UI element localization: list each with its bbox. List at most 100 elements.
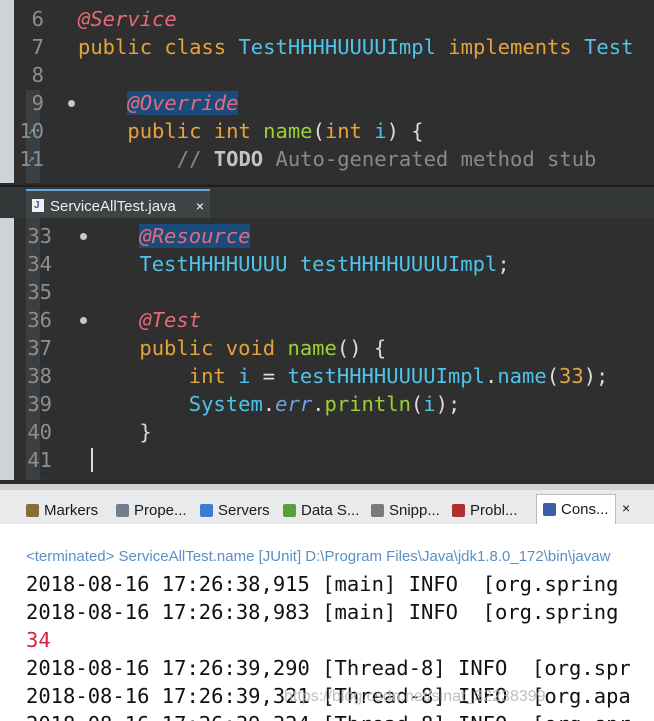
fold-toggle-icon[interactable] bbox=[80, 317, 87, 324]
code-token: name bbox=[497, 364, 547, 388]
code-text: public int name(int i) { bbox=[78, 117, 423, 145]
code-token: ( bbox=[312, 119, 325, 143]
code-line[interactable]: 8 bbox=[0, 61, 654, 89]
code-token: testHHHHUUUUImpl bbox=[299, 252, 498, 276]
line-number: 34 bbox=[27, 252, 52, 276]
code-line[interactable]: 7 public class TestHHHHUUUUImpl implement… bbox=[0, 33, 654, 61]
code-token: public bbox=[78, 35, 165, 59]
line-number: 6 bbox=[31, 7, 44, 31]
code-token: . bbox=[312, 392, 325, 416]
view-tab-prope[interactable]: Prope... bbox=[116, 496, 187, 526]
view-tab-icon bbox=[26, 504, 39, 517]
tab-label: ServiceAllTest.java bbox=[50, 198, 176, 215]
code-line[interactable]: 34 TestHHHHUUUU testHHHHUUUUImpl; bbox=[0, 250, 654, 278]
code-line[interactable]: 33 @Resource bbox=[0, 222, 654, 250]
editor-impl[interactable]: 6 @Service 7 public class TestHHHHUUUUImpl … bbox=[0, 0, 654, 183]
code-token: TestHHHHUUUUImpl bbox=[238, 35, 449, 59]
view-tab-icon bbox=[452, 504, 465, 517]
code-token: int bbox=[90, 364, 239, 388]
editor-test[interactable]: 33 @Resource 34 TestHHHHUUUU testHHHHUUUU… bbox=[0, 218, 654, 480]
view-tab-probl[interactable]: Probl... bbox=[452, 496, 518, 526]
code-token: name bbox=[287, 336, 337, 360]
code-line[interactable]: 42 @Test bbox=[0, 474, 654, 480]
code-token: public bbox=[78, 119, 214, 143]
code-text: public class TestHHHHUUUUImpl implements… bbox=[78, 33, 633, 61]
view-tab-snipp[interactable]: Snipp... bbox=[371, 496, 440, 526]
console-view[interactable]: <terminated> ServiceAllTest.name [JUnit]… bbox=[0, 524, 654, 721]
text-caret bbox=[91, 448, 93, 472]
tab-serviceall-test[interactable]: ServiceAllTest.java × bbox=[26, 189, 210, 221]
line-number: 33 bbox=[27, 224, 52, 248]
code-line[interactable]: 11 ↗ // TODO Auto-generated method stub bbox=[0, 145, 654, 173]
view-tab-label: Probl... bbox=[470, 502, 518, 519]
code-token: public bbox=[90, 336, 226, 360]
close-icon[interactable]: × bbox=[622, 500, 630, 516]
code-token: . bbox=[262, 392, 276, 416]
code-token: @Service bbox=[78, 7, 177, 31]
view-tab-servers[interactable]: Servers bbox=[200, 496, 270, 526]
code-token: @Test bbox=[139, 308, 202, 332]
code-line[interactable]: 40 } bbox=[0, 418, 654, 446]
code-text: TestHHHHUUUU testHHHHUUUUImpl; bbox=[90, 250, 509, 278]
task-marker-icon: ↗ bbox=[28, 152, 35, 165]
code-token: System bbox=[90, 392, 263, 416]
code-token: name bbox=[263, 119, 313, 143]
editor-tab-bar: ServiceAllTest.java × bbox=[0, 185, 654, 221]
code-line[interactable]: 36 @Test bbox=[0, 306, 654, 334]
view-tab-markers[interactable]: Markers bbox=[26, 496, 98, 526]
view-tab-label: Servers bbox=[218, 502, 270, 519]
code-line[interactable]: 39 System.err.println(i); bbox=[0, 390, 654, 418]
code-token: println bbox=[324, 392, 411, 416]
code-text: int i = testHHHHUUUUImpl.name(33); bbox=[90, 362, 609, 390]
fold-toggle-icon[interactable] bbox=[80, 233, 87, 240]
code-text: @Resource bbox=[90, 222, 251, 250]
watermark: https://blog.csdn.net/sinat_32238399 bbox=[284, 688, 546, 705]
view-tab-label: Prope... bbox=[134, 502, 187, 519]
code-token: @Resource bbox=[139, 224, 251, 248]
code-token: TODO bbox=[213, 147, 264, 171]
code-line[interactable]: 6 @Service bbox=[0, 5, 654, 33]
fold-toggle-icon[interactable] bbox=[68, 100, 75, 107]
line-number: 7 bbox=[31, 35, 44, 59]
view-tab-label: Markers bbox=[44, 502, 99, 519]
code-token: = bbox=[250, 364, 288, 388]
code-line[interactable]: 35 bbox=[0, 278, 654, 306]
console-line: 2018-08-16 17:26:38,915 [main] INFO [org… bbox=[26, 572, 619, 596]
code-line[interactable]: 9 @Override bbox=[0, 89, 654, 117]
code-line[interactable]: 41 bbox=[0, 446, 654, 474]
code-token: 33 bbox=[559, 364, 584, 388]
code-token: class bbox=[164, 35, 239, 59]
line-number: 42 bbox=[0, 474, 52, 480]
code-line[interactable]: 10 ↗ public int name(int i) { bbox=[0, 117, 654, 145]
view-tab-cons[interactable]: Cons... bbox=[536, 494, 616, 525]
console-line: 34 bbox=[26, 628, 51, 652]
code-line[interactable]: 38 int i = testHHHHUUUUImpl.name(33); bbox=[0, 362, 654, 390]
code-token: int bbox=[213, 119, 264, 143]
code-token: // bbox=[78, 147, 214, 171]
code-token: TestHHHHUUUU bbox=[90, 252, 300, 276]
line-number: 9 bbox=[31, 91, 44, 115]
console-line: 2018-08-16 17:26:39,290 [Thread-8] INFO … bbox=[26, 656, 631, 680]
code-token: ); bbox=[583, 364, 609, 388]
code-text: System.err.println(i); bbox=[90, 390, 461, 418]
line-number: 36 bbox=[27, 308, 52, 332]
view-tab-datas[interactable]: Data S... bbox=[283, 496, 359, 526]
code-token: @Test bbox=[139, 476, 201, 480]
code-token: i bbox=[374, 119, 387, 143]
code-text: } bbox=[90, 418, 151, 446]
line-number: 41 bbox=[27, 448, 52, 472]
code-token: int bbox=[324, 119, 375, 143]
code-token: Test bbox=[584, 35, 634, 59]
line-number: 37 bbox=[27, 336, 52, 360]
code-token: ( bbox=[410, 392, 424, 416]
line-number: 35 bbox=[27, 280, 52, 304]
view-tab-icon bbox=[283, 504, 296, 517]
console-terminated-label: <terminated> ServiceAllTest.name [JUnit]… bbox=[26, 548, 611, 565]
code-text: @Test bbox=[90, 306, 201, 334]
code-line[interactable]: 37 public void name() { bbox=[0, 334, 654, 362]
line-number: 39 bbox=[27, 392, 52, 416]
